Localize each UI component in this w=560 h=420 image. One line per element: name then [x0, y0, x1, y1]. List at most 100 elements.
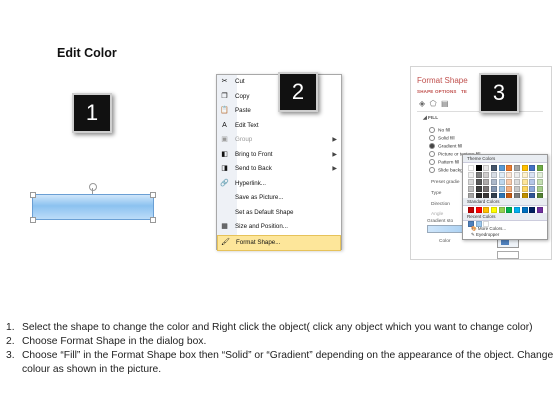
direction-label: Direction: [431, 202, 450, 207]
color-palette-popup: Theme Colors Standard Colors Recent Colo…: [462, 154, 548, 240]
menu-item-set-as-default-shape[interactable]: Set as Default Shape: [217, 206, 341, 221]
color-swatch[interactable]: [529, 179, 536, 185]
selected-shape-group[interactable]: [30, 183, 156, 223]
fill-option-solid-fill[interactable]: Solid fill: [429, 135, 455, 141]
tab-text-options[interactable]: TE: [461, 89, 467, 94]
menu-item-label: Size and Position...: [235, 223, 288, 230]
eyedropper-item[interactable]: ✎ Eyedropper: [471, 232, 499, 238]
menu-item-size-and-position[interactable]: ▦ Size and Position...: [217, 220, 341, 235]
menu-item-hyperlink[interactable]: 🔗 Hyperlink...: [217, 177, 341, 192]
menu-item-label: Send to Back: [235, 165, 272, 172]
effects-icon[interactable]: ⬠: [430, 99, 437, 108]
fill-option-pattern-fill[interactable]: Pattern fill: [429, 159, 459, 165]
fill-option-label: Pattern fill: [438, 160, 460, 166]
color-swatch[interactable]: [513, 179, 521, 185]
color-swatch[interactable]: [490, 179, 498, 185]
color-swatch[interactable]: [521, 172, 528, 178]
color-swatch[interactable]: [483, 165, 490, 171]
instruction-step: 1. Select the shape to change the color a…: [6, 322, 533, 333]
color-swatch[interactable]: [529, 186, 536, 192]
color-swatch[interactable]: [498, 179, 505, 185]
tab-shape-options[interactable]: SHAPE OPTIONS TE: [417, 89, 467, 94]
color-swatch[interactable]: [536, 186, 543, 192]
color-swatch[interactable]: [506, 165, 513, 171]
resize-handle[interactable]: [30, 192, 36, 198]
radio-button[interactable]: [429, 151, 435, 157]
color-swatch[interactable]: [506, 172, 513, 178]
scissors-icon: ✂: [221, 78, 228, 85]
menu-item-save-as-picture[interactable]: Save as Picture...: [217, 191, 341, 206]
step-badge-1: 1: [72, 93, 112, 133]
position-spinner[interactable]: [497, 251, 519, 259]
copy-icon: ❐: [221, 92, 228, 100]
fill-option-slide-backg[interactable]: Slide backg: [429, 167, 463, 173]
color-swatch[interactable]: [498, 165, 505, 171]
fill-option-label: Slide backg: [438, 168, 463, 174]
group-icon: ▣: [221, 136, 228, 143]
color-swatch[interactable]: [490, 165, 498, 171]
color-swatch[interactable]: [513, 172, 521, 178]
menu-item-label: Paste: [235, 107, 251, 114]
step-badge-3: 3: [479, 73, 519, 113]
type-label: Type: [431, 191, 442, 196]
menu-item-send-to-back[interactable]: ◨ Send to Back ▶: [217, 162, 341, 177]
fill-option-no-fill[interactable]: No fill: [429, 127, 450, 133]
color-swatch[interactable]: [475, 179, 482, 185]
color-swatch[interactable]: [475, 186, 482, 192]
color-swatch[interactable]: [521, 186, 528, 192]
color-swatch[interactable]: [468, 186, 475, 192]
color-swatch[interactable]: [483, 172, 490, 178]
color-swatch[interactable]: [468, 172, 475, 178]
menu-item-label: Group: [235, 136, 253, 143]
standard-colors-header: Standard Colors: [463, 198, 547, 206]
color-swatch[interactable]: [468, 179, 475, 185]
recent-colors-header: Recent Colors: [463, 213, 547, 221]
color-swatch[interactable]: [529, 165, 536, 171]
menu-item-format-shape[interactable]: 🖌 Format Shape...: [217, 234, 341, 251]
radio-button[interactable]: [429, 167, 435, 173]
layout-icon[interactable]: ▤: [441, 99, 449, 108]
radio-button[interactable]: [429, 127, 435, 133]
color-swatch[interactable]: [536, 172, 543, 178]
color-swatch[interactable]: [468, 165, 475, 171]
menu-item-label: Bring to Front: [235, 150, 273, 158]
fill-line-icon[interactable]: ◈ ⬠ ▤: [419, 99, 449, 108]
color-swatch[interactable]: [513, 165, 521, 171]
resize-handle[interactable]: [150, 192, 156, 198]
menu-item-bring-to-front[interactable]: ◧ Bring to Front ▶: [217, 148, 341, 163]
color-swatch[interactable]: [475, 172, 482, 178]
gradient-rectangle-shape[interactable]: [32, 194, 154, 220]
color-swatch[interactable]: [490, 186, 498, 192]
color-swatch[interactable]: [506, 186, 513, 192]
submenu-arrow-icon: ▶: [332, 166, 337, 172]
resize-handle[interactable]: [150, 217, 156, 223]
color-swatch[interactable]: [521, 179, 528, 185]
color-swatch[interactable]: [536, 179, 543, 185]
radio-button[interactable]: [429, 135, 435, 141]
rotation-handle[interactable]: [89, 183, 97, 191]
size-position-icon: ▦: [221, 223, 228, 230]
color-swatch[interactable]: [529, 172, 536, 178]
menu-item-label: Save as Picture...: [235, 194, 284, 201]
fill-option-gradient-fill[interactable]: Gradient fill: [429, 143, 462, 149]
menu-item-edit-text[interactable]: A Edit Text: [217, 119, 341, 134]
bring-front-icon: ◧: [221, 150, 228, 158]
color-swatch[interactable]: [506, 179, 513, 185]
menu-item-group[interactable]: ▣ Group ▶: [217, 133, 341, 148]
color-swatch[interactable]: [483, 186, 490, 192]
hyperlink-icon: 🔗: [220, 179, 229, 187]
radio-button[interactable]: [429, 159, 435, 165]
resize-handle[interactable]: [30, 217, 36, 223]
color-swatch[interactable]: [536, 165, 543, 171]
color-swatch[interactable]: [490, 172, 498, 178]
color-swatch[interactable]: [498, 172, 505, 178]
color-swatch[interactable]: [483, 179, 490, 185]
radio-button[interactable]: [429, 143, 435, 149]
menu-item-label: Edit Text: [235, 121, 259, 129]
color-swatch[interactable]: [521, 165, 528, 171]
fill-section-header[interactable]: ◢ FILL: [423, 116, 438, 121]
color-swatch[interactable]: [475, 165, 482, 171]
color-swatch[interactable]: [498, 186, 505, 192]
format-shape-title: Format Shape: [417, 76, 468, 85]
color-swatch[interactable]: [513, 186, 521, 192]
